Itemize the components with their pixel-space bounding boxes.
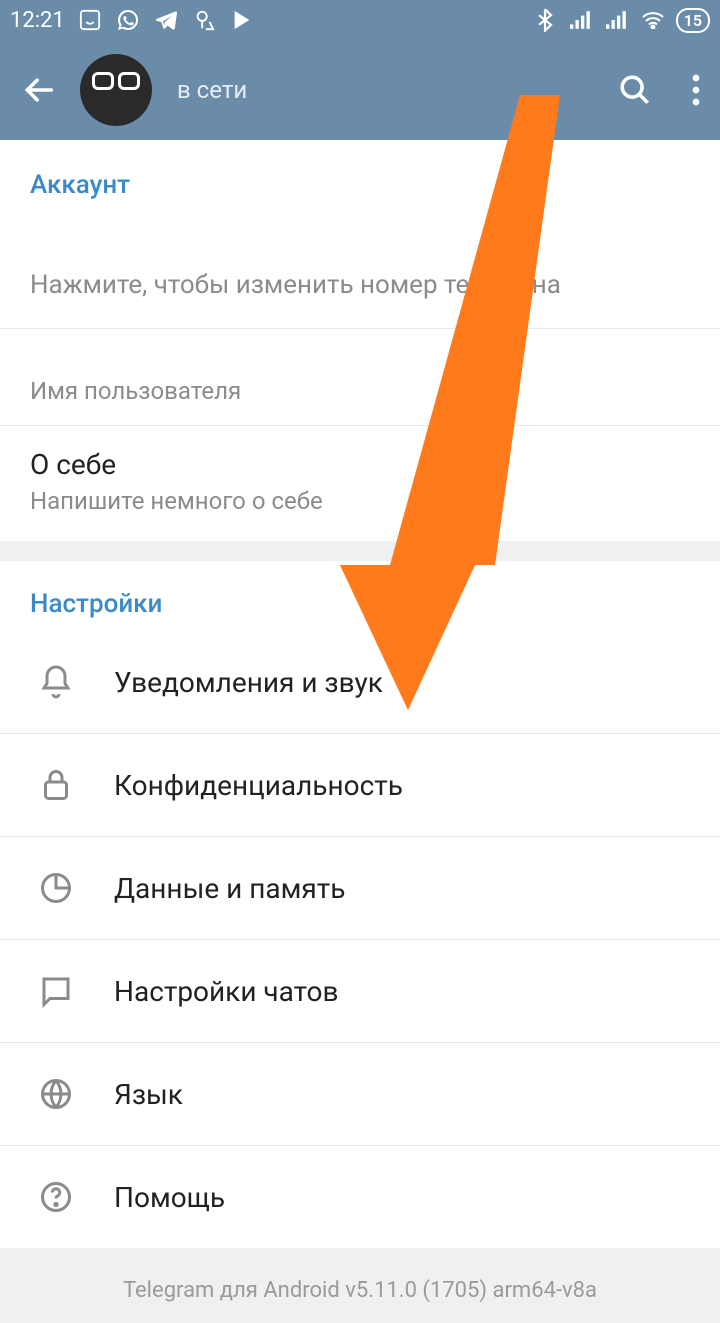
setting-privacy[interactable]: Конфиденциальность <box>0 734 720 837</box>
bell-icon <box>30 661 82 703</box>
about-title: О себе <box>30 448 690 481</box>
about-hint: Напишите немного о себе <box>30 487 690 515</box>
maps-icon <box>191 7 217 33</box>
account-title: Аккаунт <box>0 140 720 200</box>
setting-label: Данные и память <box>114 872 345 905</box>
account-section: Аккаунт Нажмите, чтобы изменить номер те… <box>0 140 720 541</box>
bluetooth-icon <box>532 7 558 33</box>
phone-row[interactable]: Нажмите, чтобы изменить номер телефона <box>0 200 720 329</box>
whatsapp-icon <box>115 7 141 33</box>
setting-language[interactable]: Язык <box>0 1043 720 1146</box>
about-row[interactable]: О себе Напишите немного о себе <box>0 426 720 541</box>
battery-indicator: 15 <box>676 8 710 33</box>
setting-data[interactable]: Данные и память <box>0 837 720 940</box>
app-header: в сети <box>0 40 720 140</box>
chat-icon <box>30 970 82 1012</box>
setting-label: Язык <box>114 1078 183 1111</box>
pie-icon <box>30 867 82 909</box>
signal-icon <box>568 7 594 33</box>
signal-icon-2 <box>604 7 630 33</box>
setting-label: Настройки чатов <box>114 975 339 1008</box>
setting-chats[interactable]: Настройки чатов <box>0 940 720 1043</box>
phone-hint: Нажмите, чтобы изменить номер телефона <box>30 270 561 300</box>
setting-notifications[interactable]: Уведомления и звук <box>0 631 720 734</box>
setting-label: Помощь <box>114 1181 225 1214</box>
avatar[interactable] <box>80 54 152 126</box>
setting-label: Конфиденциальность <box>114 769 403 802</box>
more-button[interactable] <box>692 73 700 107</box>
help-icon <box>30 1176 82 1218</box>
setting-help[interactable]: Помощь <box>0 1146 720 1248</box>
settings-section: Настройки Уведомления и звук Конфиденциа… <box>0 561 720 1248</box>
wifi-icon <box>640 7 666 33</box>
username-row[interactable]: Имя пользователя <box>0 329 720 426</box>
lock-icon <box>30 764 82 806</box>
search-button[interactable] <box>618 73 652 107</box>
section-divider <box>0 541 720 561</box>
status-bar: 12:21 15 <box>0 0 720 40</box>
smile-icon <box>77 7 103 33</box>
version-text: Telegram для Android v5.11.0 (1705) arm6… <box>0 1248 720 1323</box>
globe-icon <box>30 1073 82 1115</box>
telegram-icon <box>153 7 179 33</box>
username-hint: Имя пользователя <box>30 377 241 405</box>
back-button[interactable] <box>20 70 60 110</box>
user-status: в сети <box>177 76 247 104</box>
status-time: 12:21 <box>10 8 65 33</box>
play-icon <box>229 7 255 33</box>
settings-title: Настройки <box>0 561 720 631</box>
setting-label: Уведомления и звук <box>114 666 383 699</box>
